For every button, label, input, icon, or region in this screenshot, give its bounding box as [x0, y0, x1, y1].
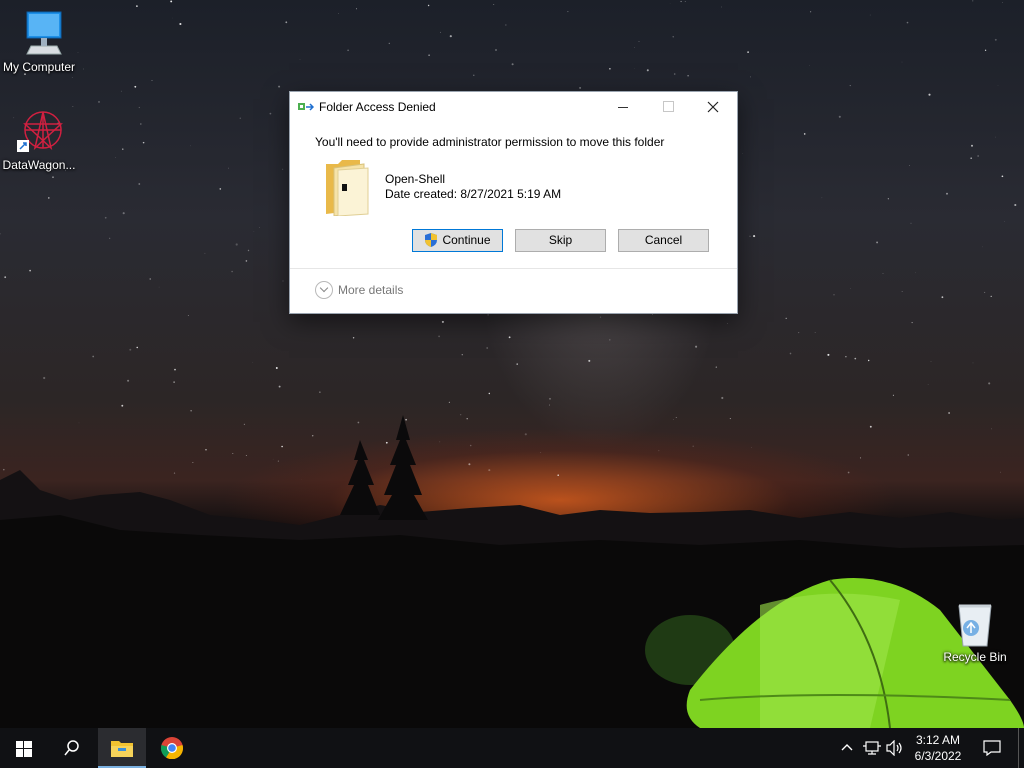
- windows-start-icon: [16, 741, 32, 757]
- chrome-icon: [161, 737, 183, 759]
- taskbar: 3:12 AM 6/3/2022: [0, 728, 1024, 768]
- monitor-icon: [15, 10, 63, 58]
- folder-move-icon: [298, 103, 314, 111]
- chrome-taskbar-button[interactable]: [148, 728, 196, 768]
- chevron-up-icon[interactable]: [840, 740, 854, 754]
- more-details-toggle[interactable]: More details: [315, 281, 403, 299]
- dialog-title: Folder Access Denied: [319, 100, 436, 114]
- permission-message: You'll need to provide administrator per…: [315, 135, 665, 149]
- cancel-button[interactable]: Cancel: [618, 229, 709, 252]
- file-explorer-icon: [111, 741, 133, 757]
- my-computer-desktop-icon[interactable]: My Computer: [0, 10, 81, 74]
- recycle-bin-icon: [951, 600, 999, 648]
- file-explorer-taskbar-button[interactable]: [98, 728, 146, 768]
- datawagon-shortcut-icon: [15, 108, 63, 156]
- datawagon-desktop-icon[interactable]: DataWagon...: [0, 108, 81, 172]
- chevron-down-icon: [315, 281, 333, 299]
- dialog-titlebar[interactable]: Folder Access Denied: [290, 92, 737, 122]
- folder-access-denied-dialog: Folder Access Denied You'll need to prov…: [289, 91, 738, 314]
- start-button[interactable]: [0, 728, 48, 768]
- notification-icon[interactable]: [983, 740, 1001, 756]
- my-computer-label: My Computer: [2, 60, 76, 74]
- minimize-button[interactable]: [600, 92, 646, 122]
- recycle-bin-label: Recycle Bin: [943, 650, 1007, 664]
- continue-button[interactable]: Continue: [412, 229, 503, 252]
- more-details-label: More details: [338, 283, 404, 297]
- close-button[interactable]: [690, 92, 736, 122]
- close-icon: [707, 101, 719, 113]
- folder-name: Open-Shell: [385, 172, 446, 186]
- folder-icon: [326, 160, 369, 216]
- system-clock[interactable]: 3:12 AM 6/3/2022: [905, 732, 971, 764]
- volume-icon[interactable]: [886, 740, 904, 756]
- recycle-bin-desktop-icon[interactable]: Recycle Bin: [933, 600, 1017, 664]
- date-created-value: 8/27/2021 5:19 AM: [460, 187, 562, 201]
- skip-button[interactable]: Skip: [515, 229, 606, 252]
- dialog-divider: [290, 268, 737, 269]
- search-button[interactable]: [48, 728, 96, 768]
- network-icon[interactable]: [863, 740, 881, 756]
- search-icon: [64, 740, 79, 756]
- continue-label: Continue: [442, 233, 491, 247]
- date-created-label: Date created:: [385, 187, 458, 201]
- uac-shield-icon: [425, 233, 438, 247]
- datawagon-label: DataWagon...: [2, 158, 76, 172]
- maximize-button: [645, 92, 691, 122]
- show-desktop-button[interactable]: [1018, 728, 1019, 768]
- date-created-row: Date created: 8/27/2021 5:19 AM: [385, 187, 561, 201]
- clock-date: 6/3/2022: [914, 749, 962, 763]
- clock-time: 3:12 AM: [915, 733, 961, 747]
